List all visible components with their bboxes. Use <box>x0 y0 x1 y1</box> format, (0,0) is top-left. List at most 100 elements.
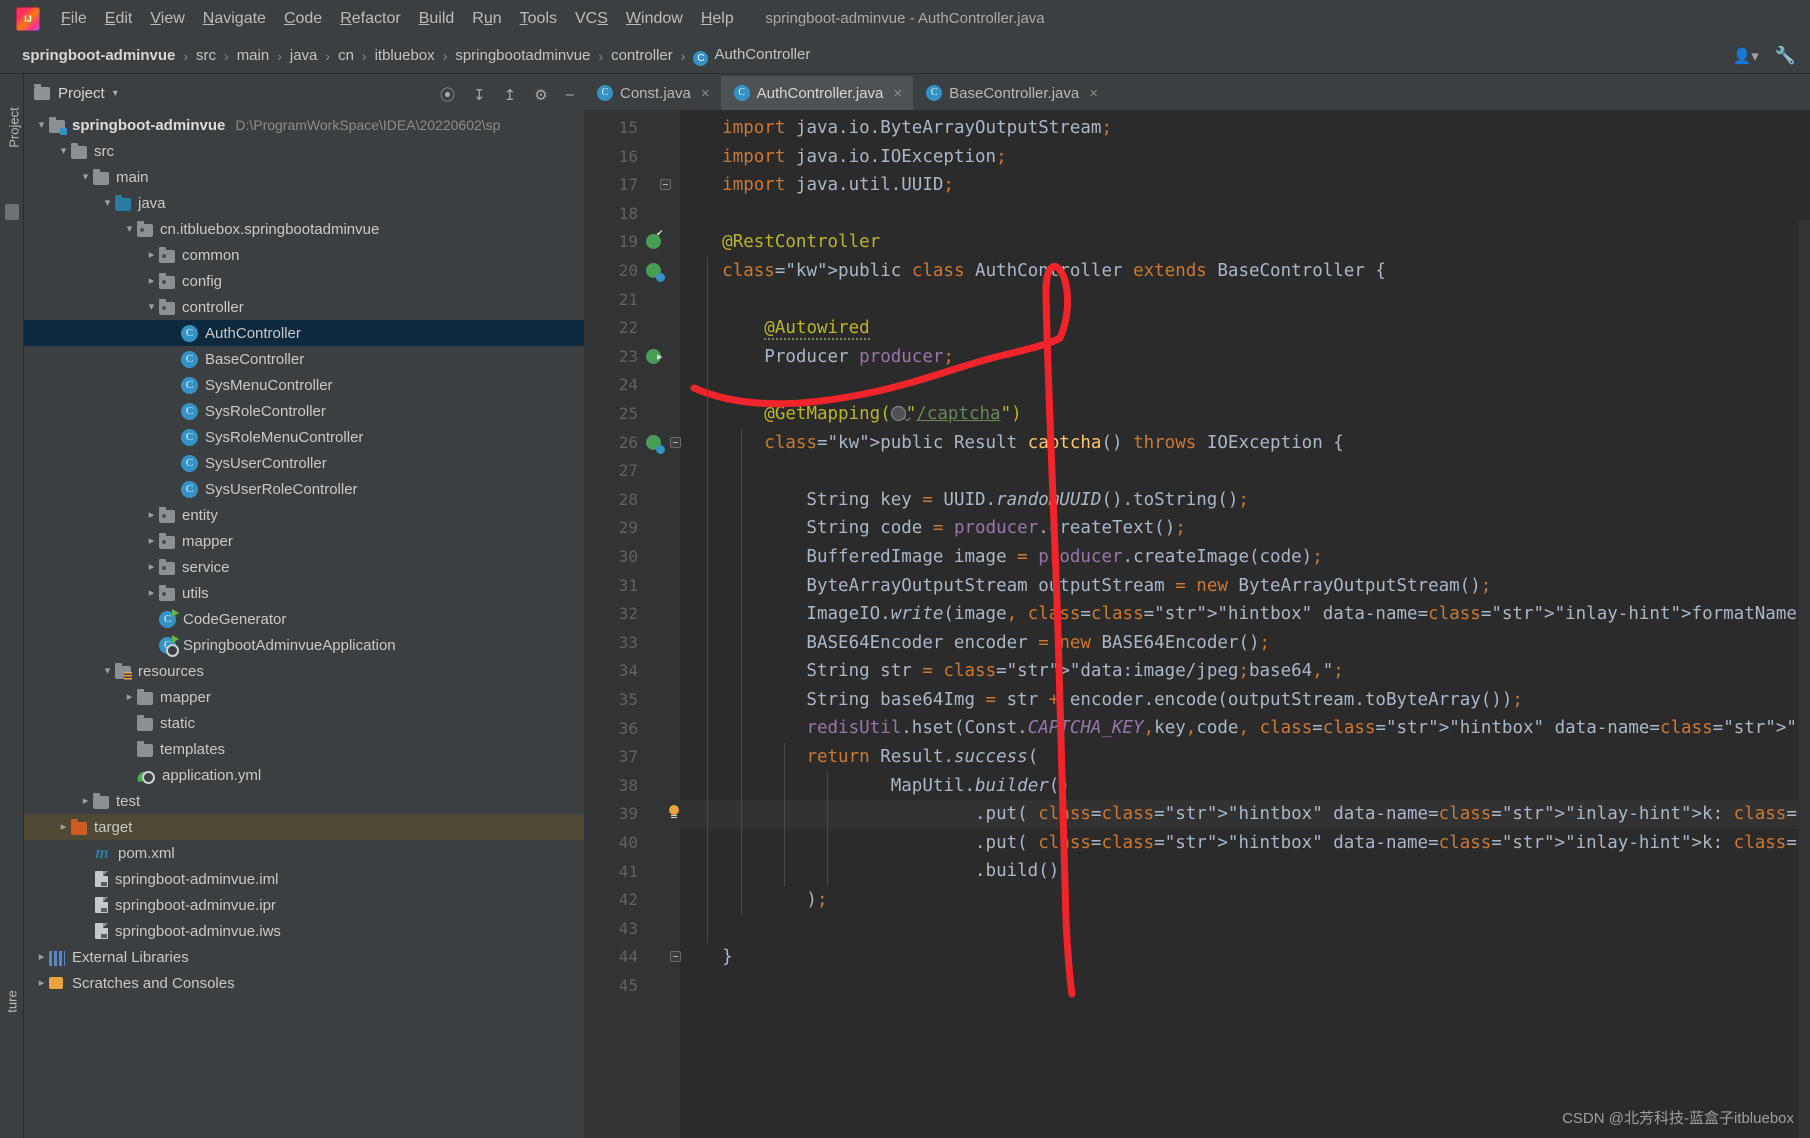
chevron-right-icon[interactable] <box>56 814 71 840</box>
code-line[interactable]: MapUtil.builder() <box>680 772 1810 801</box>
code-line[interactable]: String key = UUID.randomUUID().toString(… <box>680 486 1810 515</box>
chevron-down-icon[interactable] <box>100 658 115 684</box>
chevron-down-icon[interactable] <box>122 216 137 242</box>
code-line[interactable] <box>680 457 1810 486</box>
code-text[interactable]: import java.io.ByteArrayOutputStream; im… <box>680 114 1810 1000</box>
menu-view[interactable]: View <box>141 7 193 31</box>
code-line[interactable]: class="kw">public class AuthController e… <box>680 257 1810 286</box>
tree-node-sysrolemenucontroller[interactable]: C SysRoleMenuController <box>24 424 584 450</box>
code-line[interactable]: return Result.success( <box>680 743 1810 772</box>
chevron-right-icon[interactable] <box>34 944 49 970</box>
tree-node-common[interactable]: common <box>24 242 584 268</box>
menu-tools[interactable]: Tools <box>511 7 566 31</box>
tree-node-springboot-adminvue[interactable]: springboot-adminvue D:\ProgramWorkSpace\I… <box>24 112 584 138</box>
tree-node-pom-xml[interactable]: m pom.xml <box>24 840 584 866</box>
collapse-all-icon[interactable]: ↥ <box>504 86 517 104</box>
tree-node-cn-itbluebox-springbootadminvue[interactable]: cn.itbluebox.springbootadminvue <box>24 216 584 242</box>
intention-bulb-icon[interactable] <box>668 805 680 820</box>
chevron-right-icon[interactable] <box>144 528 159 554</box>
tree-node-external-libraries[interactable]: External Libraries <box>24 944 584 970</box>
tree-node-service[interactable]: service <box>24 554 584 580</box>
navigation-bar[interactable]: springboot-adminvue › src › main › java › cn › itb… <box>0 38 1810 74</box>
code-line[interactable]: BufferedImage image = producer.createIma… <box>680 543 1810 572</box>
code-line[interactable]: String code = producer.createText(); <box>680 514 1810 543</box>
menu-vcs[interactable]: VCS <box>566 7 617 31</box>
tree-node-springboot-adminvue-iml[interactable]: springboot-adminvue.iml <box>24 866 584 892</box>
chevron-right-icon[interactable] <box>144 268 159 294</box>
code-line[interactable]: ImageIO.write(image, class=class="str">"… <box>680 600 1810 629</box>
project-panel-toolbar[interactable]: ⦿ ↧ ↥ ⚙ ‒ <box>440 84 574 105</box>
tree-node-sysrolecontroller[interactable]: C SysRoleController <box>24 398 584 424</box>
tree-node-springboot-adminvue-ipr[interactable]: springboot-adminvue.ipr <box>24 892 584 918</box>
menu-navigate[interactable]: Navigate <box>194 7 275 31</box>
project-tree[interactable]: springboot-adminvue D:\ProgramWorkSpace\I… <box>24 112 584 996</box>
tree-node-codegenerator[interactable]: C CodeGenerator <box>24 606 584 632</box>
tree-node-config[interactable]: config <box>24 268 584 294</box>
chevron-right-icon[interactable] <box>122 684 137 710</box>
code-line[interactable]: import java.io.IOException; <box>680 143 1810 172</box>
tree-node-sysusercontroller[interactable]: C SysUserController <box>24 450 584 476</box>
left-tool-strip[interactable]: Project ture <box>0 74 24 1138</box>
hide-icon[interactable]: ‒ <box>566 86 574 103</box>
menu-refactor[interactable]: Refactor <box>331 7 409 31</box>
code-line[interactable]: BASE64Encoder encoder = new BASE64Encode… <box>680 629 1810 658</box>
breadcrumb-item-itbluebox[interactable]: itbluebox <box>375 47 435 64</box>
breadcrumb-item-main[interactable]: main <box>237 47 270 64</box>
code-line[interactable] <box>680 915 1810 944</box>
tree-node-sysuserrolecontroller[interactable]: C SysUserRoleController <box>24 476 584 502</box>
fold-minus-icon[interactable] <box>660 179 671 191</box>
chevron-right-icon[interactable] <box>144 554 159 580</box>
chevron-down-icon[interactable]: ▾ <box>113 88 118 99</box>
chevron-down-icon[interactable] <box>144 294 159 320</box>
tree-node-mapper[interactable]: mapper <box>24 684 584 710</box>
tree-node-static[interactable]: static <box>24 710 584 736</box>
code-line[interactable]: class="kw">public Result captcha() throw… <box>680 429 1810 458</box>
close-icon[interactable]: × <box>1089 85 1098 102</box>
tree-node-target[interactable]: target <box>24 814 584 840</box>
settings-gear-icon[interactable]: ⚙ <box>534 86 547 104</box>
editor-tab-basecontroller-java[interactable]: C BaseController.java × <box>913 76 1109 110</box>
chevron-right-icon[interactable] <box>34 970 49 996</box>
code-line[interactable]: String str = class="str">"data:image/jpe… <box>680 657 1810 686</box>
tool-window-icon[interactable] <box>5 204 19 220</box>
tree-node-basecontroller[interactable]: C BaseController <box>24 346 584 372</box>
code-line[interactable]: .build() <box>680 857 1810 886</box>
close-icon[interactable]: × <box>893 85 902 102</box>
chevron-right-icon[interactable] <box>144 502 159 528</box>
chevron-right-icon[interactable] <box>144 580 159 606</box>
editor-tab-authcontroller-java[interactable]: C AuthController.java × <box>720 76 914 110</box>
breadcrumb[interactable]: springboot-adminvue › src › main › java › cn › itb… <box>22 46 810 66</box>
green-arrow-icon[interactable] <box>646 348 666 364</box>
editor-tab-const-java[interactable]: C Const.java × <box>584 76 721 110</box>
menu-help[interactable]: Help <box>692 7 743 31</box>
code-line[interactable]: @RestController <box>680 228 1810 257</box>
green-interface-icon[interactable] <box>646 263 665 282</box>
code-line[interactable]: .put( class=class="str">"hintbox" data-n… <box>680 800 1810 829</box>
tree-node-mapper[interactable]: mapper <box>24 528 584 554</box>
chevron-down-icon[interactable] <box>100 190 115 216</box>
editor-tab-bar[interactable]: C Const.java × C AuthController.java × C BaseCo… <box>584 74 1810 110</box>
breadcrumb-item-src[interactable]: src <box>196 47 216 64</box>
tree-node-test[interactable]: test <box>24 788 584 814</box>
code-line[interactable]: ByteArrayOutputStream outputStream = new… <box>680 572 1810 601</box>
tree-node-application-yml[interactable]: application.yml <box>24 762 584 788</box>
chevron-down-icon[interactable] <box>34 112 49 138</box>
tool-window-tab-structure[interactable]: ture <box>5 967 20 1037</box>
code-line[interactable]: } <box>680 943 1810 972</box>
editor-scrollbar[interactable] <box>1798 220 1810 1138</box>
code-line[interactable]: import java.io.ByteArrayOutputStream; <box>680 114 1810 143</box>
breadcrumb-item-authcontroller[interactable]: C AuthController <box>693 46 810 66</box>
user-account-icon[interactable]: 👤▾ <box>1733 47 1759 65</box>
breadcrumb-item-java[interactable]: java <box>290 47 318 64</box>
tree-node-authcontroller[interactable]: C AuthController <box>24 320 584 346</box>
tree-node-scratches-and-consoles[interactable]: Scratches and Consoles <box>24 970 584 996</box>
menu-file[interactable]: File <box>52 7 96 31</box>
menu-code[interactable]: Code <box>275 7 331 31</box>
code-line[interactable]: redisUtil.hset(Const.CAPTCHA_KEY,key,cod… <box>680 714 1810 743</box>
menu-build[interactable]: Build <box>410 7 464 31</box>
menu-window[interactable]: Window <box>617 7 692 31</box>
code-line[interactable] <box>680 371 1810 400</box>
code-line[interactable]: .put( class=class="str">"hintbox" data-n… <box>680 829 1810 858</box>
breadcrumb-item-controller[interactable]: controller <box>611 47 673 64</box>
tree-node-src[interactable]: src <box>24 138 584 164</box>
